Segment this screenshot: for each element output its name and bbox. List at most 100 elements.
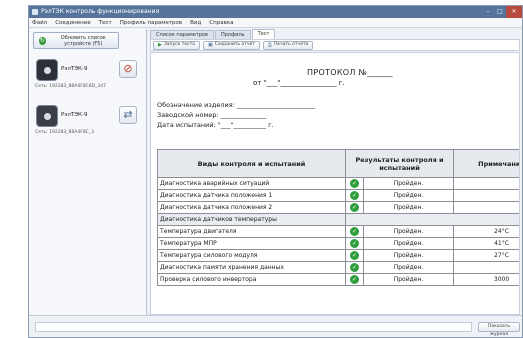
check-name: Диагностика аварийных ситуаций xyxy=(157,177,346,190)
connect-icon[interactable]: ⇄ xyxy=(119,106,137,124)
tab-parameters[interactable]: Список параметров xyxy=(150,30,214,39)
table-row: Диагностика аварийных ситуаций ✓ Пройден. xyxy=(157,177,519,190)
status-cell: ✓ xyxy=(345,237,364,250)
check-name: Диагностика памяти хранения данных xyxy=(157,261,346,274)
start-test-label: Запуск теста xyxy=(163,42,195,47)
log-area xyxy=(35,322,472,332)
menu-connection[interactable]: Соединение xyxy=(55,20,91,26)
window-controls: – □ ✕ xyxy=(482,6,522,18)
check-name: Проверка силового инвертора xyxy=(157,273,346,286)
table-row: Температура двигателя ✓ Пройден. 24°С xyxy=(157,225,519,238)
status-cell: ✓ xyxy=(345,189,364,202)
check-name: Температура МПР xyxy=(157,237,346,250)
menu-view[interactable]: Вид xyxy=(190,20,201,26)
status-cell: ✓ xyxy=(345,225,364,238)
note-text xyxy=(453,189,519,202)
tab-test[interactable]: Тест xyxy=(251,29,276,39)
refresh-devices-button[interactable]: ↻ Обновить список устройств (F5) xyxy=(33,32,119,49)
title-bar: РэлТЭК контроль функционирования – □ ✕ xyxy=(29,6,522,18)
table-row: Диагностика датчика положения 2 ✓ Пройден. xyxy=(157,201,519,214)
device-item[interactable]: РэлТЭК-9 ⇄ Сеть: 192283_88A4F8C_3 xyxy=(31,103,145,149)
minimize-icon[interactable]: – xyxy=(482,6,494,18)
close-icon[interactable]: ✕ xyxy=(506,6,522,18)
note-text xyxy=(453,261,519,274)
print-icon: ⎙ xyxy=(267,42,272,48)
start-test-button[interactable]: ▶ Запуск теста xyxy=(153,40,200,50)
check-icon: ✓ xyxy=(350,179,359,188)
note-text xyxy=(453,177,519,190)
note-text: 41°С xyxy=(453,237,519,250)
check-icon: ✓ xyxy=(350,263,359,272)
main-panel: Список параметров Профиль Тест ▶ Запуск … xyxy=(148,29,522,315)
device-item[interactable]: РэлТЭК-9 ⊘ Сеть: 192283_88A4F8C8D_347 xyxy=(31,57,145,103)
test-toolbar: ▶ Запуск теста ▣ Сохранить отчёт ⎙ Печат… xyxy=(150,39,520,51)
header-note: Примечание xyxy=(453,149,519,178)
check-icon: ✓ xyxy=(350,251,359,260)
play-icon: ▶ xyxy=(158,42,162,48)
menu-test[interactable]: Тест xyxy=(99,20,112,26)
device-name: РэлТЭК-9 xyxy=(61,112,88,118)
result-text: Пройден. xyxy=(362,177,455,190)
tools-icon[interactable]: ⊘ xyxy=(119,60,137,78)
result-text: Пройден. xyxy=(362,201,455,214)
menu-help[interactable]: Справка xyxy=(209,20,233,26)
result-text: Пройден. xyxy=(362,189,455,202)
check-icon: ✓ xyxy=(350,275,359,284)
note-text: 27°С xyxy=(453,249,519,262)
product-designation-field: Обозначение изделия: ___________________… xyxy=(157,101,315,109)
check-icon: ✓ xyxy=(350,239,359,248)
header-results: Результаты контроля и испытаний xyxy=(344,149,455,178)
check-name: Диагностика датчика положения 2 xyxy=(157,201,346,214)
app-icon xyxy=(32,9,38,15)
device-serial: Сеть: 192283_88A4F8C_3 xyxy=(35,130,94,135)
table-row: Диагностика памяти хранения данных ✓ Пройд… xyxy=(157,261,519,274)
table-section-row: Диагностика датчиков температуры xyxy=(157,213,519,226)
maximize-icon[interactable]: □ xyxy=(494,6,506,18)
check-icon: ✓ xyxy=(350,191,359,200)
result-text: Пройден. xyxy=(362,249,455,262)
print-report-label: Печать отчёта xyxy=(273,42,309,47)
protocol-title: ПРОТОКОЛ №______ xyxy=(307,68,393,77)
device-thumbnail xyxy=(36,59,58,81)
status-cell: ✓ xyxy=(345,177,364,190)
show-log-button[interactable]: Показать журнал xyxy=(478,322,520,337)
status-cell: ✓ xyxy=(345,273,364,286)
section-label: Диагностика датчиков температуры xyxy=(157,213,346,226)
table-row: Температура МПР ✓ Пройден. 41°С xyxy=(157,237,519,250)
status-cell: ✓ xyxy=(345,249,364,262)
tab-profile[interactable]: Профиль xyxy=(214,30,251,39)
tab-bar: Список параметров Профиль Тест xyxy=(148,29,522,39)
device-sidebar: ↻ Обновить список устройств (F5) РэлТЭК-… xyxy=(29,29,147,315)
result-text: Пройден. xyxy=(362,237,455,250)
table-header-row: Виды контроля и испытаний Результаты кон… xyxy=(157,149,519,178)
protocol-date: от "___"________________ г. xyxy=(253,79,345,87)
refresh-icon: ↻ xyxy=(39,36,46,45)
test-date-field: Дата испытаний: "___"__________ г. xyxy=(157,121,274,129)
check-icon: ✓ xyxy=(350,203,359,212)
menu-parameter-profile[interactable]: Профиль параметров xyxy=(120,20,182,26)
status-bar: Показать журнал xyxy=(29,315,522,337)
check-icon: ✓ xyxy=(350,227,359,236)
status-cell: ✓ xyxy=(345,201,364,214)
result-text: Пройден. xyxy=(362,225,455,238)
window-title: РэлТЭК контроль функционирования xyxy=(41,8,160,15)
save-report-button[interactable]: ▣ Сохранить отчёт xyxy=(202,40,260,50)
serial-number-field: Заводской номер: ______________ xyxy=(157,111,267,119)
header-checks: Виды контроля и испытаний xyxy=(157,149,346,178)
note-text: 24°С xyxy=(453,225,519,238)
note-text xyxy=(453,201,519,214)
report-document: ПРОТОКОЛ №______ от "___"_______________… xyxy=(150,52,520,315)
print-report-button[interactable]: ⎙ Печать отчёта xyxy=(262,40,314,50)
device-thumbnail xyxy=(36,105,58,127)
section-empty-cell xyxy=(344,213,519,226)
check-name: Температура двигателя xyxy=(157,225,346,238)
results-table: Виды контроля и испытаний Результаты кон… xyxy=(157,149,519,286)
save-icon: ▣ xyxy=(207,42,213,48)
table-row: Проверка силового инвертора ✓ Пройден. 3000 xyxy=(157,273,519,286)
save-report-label: Сохранить отчёт xyxy=(214,42,255,47)
menu-file[interactable]: Файл xyxy=(32,20,47,26)
menu-bar: Файл Соединение Тест Профиль параметров … xyxy=(29,18,522,28)
device-serial: Сеть: 192283_88A4F8C8D_347 xyxy=(35,84,106,89)
table-row: Температура силового модуля ✓ Пройден. 27°С xyxy=(157,249,519,262)
check-name: Температура силового модуля xyxy=(157,249,346,262)
